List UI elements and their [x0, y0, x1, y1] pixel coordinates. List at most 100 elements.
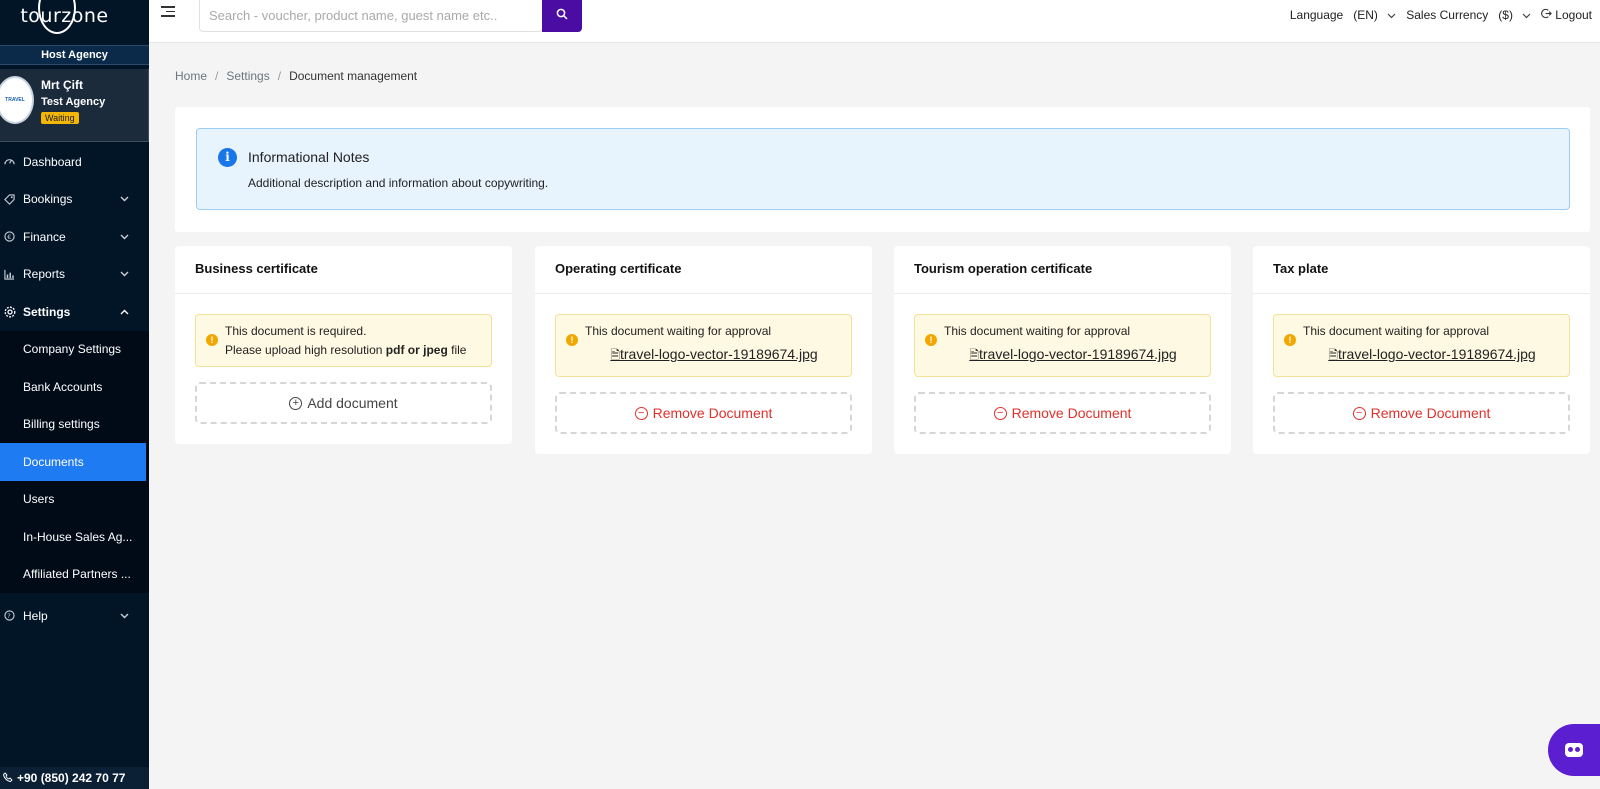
remove-document-button[interactable]: − Remove Document [1273, 392, 1570, 434]
button-label: Remove Document [1370, 405, 1491, 421]
sidebar-item-users[interactable]: Users [0, 481, 149, 519]
remove-document-button[interactable]: − Remove Document [555, 392, 852, 434]
sidebar-item-label: Bank Accounts [23, 379, 103, 394]
document-card-tax-plate: Tax plate ! This document waiting for ap… [1253, 246, 1590, 454]
breadcrumb-separator: / [277, 69, 282, 83]
language-value: (EN) [1353, 8, 1378, 22]
button-label: Add document [307, 395, 398, 411]
alert-hint-prefix: Please upload high resolution [225, 343, 386, 357]
currency-label: Sales Currency [1406, 8, 1489, 22]
alert-hint-suffix: file [447, 343, 467, 357]
chatbot-icon [1565, 743, 1583, 757]
profile-agency: Test Agency [41, 96, 106, 108]
add-document-button[interactable]: + Add document [195, 382, 492, 424]
breadcrumb-separator: / [215, 69, 219, 83]
sidebar-item-finance[interactable]: € Finance [0, 218, 149, 256]
breadcrumb-settings[interactable]: Settings [226, 69, 269, 83]
info-panel: i Informational Notes Additional descrip… [175, 107, 1590, 232]
profile-name: Mrt Çift [41, 78, 83, 92]
support-phone[interactable]: +90 (850) 242 70 77 [0, 767, 149, 789]
document-card-operating-certificate: Operating certificate ! This document wa… [535, 246, 872, 454]
chat-launcher-button[interactable] [1548, 724, 1600, 776]
card-title: Operating certificate [535, 246, 872, 294]
sidebar-item-dashboard[interactable]: Dashboard [0, 143, 149, 181]
phone-number: +90 (850) 242 70 77 [17, 771, 126, 785]
sidebar: tourzone Host Agency TRAVEL Mrt Çift Tes… [0, 0, 149, 789]
approval-pending-alert: ! This document waiting for approval 🗎tr… [914, 314, 1211, 377]
uploaded-file-link[interactable]: 🗎travel-logo-vector-19189674.jpg [585, 346, 843, 367]
avatar: TRAVEL [0, 76, 34, 124]
card-title: Tourism operation certificate [894, 246, 1231, 294]
sidebar-item-label: Finance [23, 229, 66, 244]
warning-icon: ! [206, 334, 218, 346]
menu-toggle-icon[interactable] [161, 6, 175, 18]
breadcrumb: Home / Settings / Document management [175, 69, 417, 83]
sidebar-item-company-settings[interactable]: Company Settings [0, 331, 149, 369]
chart-icon [3, 268, 16, 281]
remove-document-button[interactable]: − Remove Document [914, 392, 1211, 434]
profile-card[interactable]: TRAVEL Mrt Çift Test Agency Waiting [0, 69, 149, 142]
help-icon: ? [3, 609, 16, 622]
sidebar-item-settings[interactable]: Settings [0, 293, 149, 331]
language-selector[interactable]: (EN) [1353, 8, 1396, 22]
info-icon: i [218, 148, 237, 167]
sidebar-item-label: Documents [23, 454, 84, 469]
sidebar-item-label: Users [23, 492, 55, 507]
language-label: Language [1289, 8, 1344, 22]
uploaded-file-link[interactable]: 🗎travel-logo-vector-19189674.jpg [1303, 346, 1561, 367]
sidebar-item-label: Company Settings [23, 342, 122, 357]
breadcrumb-home[interactable]: Home [175, 69, 207, 83]
sidebar-item-bookings[interactable]: Bookings [0, 181, 149, 219]
alert-text: This document waiting for approval [1303, 324, 1490, 338]
file-icon: 🗎 [610, 348, 620, 362]
document-required-alert: ! This document is required. Please uplo… [195, 314, 492, 367]
alert-text: This document waiting for approval [944, 324, 1131, 338]
top-right-controls: Language (EN) Sales Currency ($) Logout [1290, 8, 1592, 22]
svg-text:?: ? [7, 612, 10, 620]
logout-button[interactable]: Logout [1541, 8, 1592, 22]
alert-hint-formats: pdf or jpeg [385, 343, 448, 357]
search-input[interactable] [200, 0, 530, 30]
sidebar-item-help[interactable]: ? Help [0, 597, 149, 635]
top-bar: Language (EN) Sales Currency ($) Logout [149, 0, 1600, 43]
sidebar-item-reports[interactable]: Reports [0, 256, 149, 294]
alert-text: This document is required. [225, 324, 367, 338]
file-name: travel-logo-vector-19189674.jpg [619, 346, 818, 362]
sidebar-item-billing-settings[interactable]: Billing settings [0, 406, 149, 444]
minus-circle-icon: − [634, 406, 648, 420]
gear-icon [3, 305, 16, 318]
sidebar-item-label: Reports [23, 267, 66, 282]
search-button[interactable] [542, 0, 582, 32]
host-agency-label: Host Agency [0, 45, 149, 65]
chevron-down-icon [120, 269, 129, 279]
warning-icon: ! [566, 334, 578, 346]
alert-text: This document waiting for approval [585, 324, 772, 338]
file-name: travel-logo-vector-19189674.jpg [1337, 346, 1536, 362]
sidebar-item-label: Affiliated Partners ... [23, 567, 131, 582]
sidebar-item-in-house-sales[interactable]: In-House Sales Ag... [0, 518, 149, 556]
sidebar-item-affiliated-partners[interactable]: Affiliated Partners ... [0, 556, 149, 594]
info-title: Informational Notes [248, 149, 370, 165]
button-label: Remove Document [652, 405, 773, 421]
minus-circle-icon: − [993, 406, 1007, 420]
card-title: Tax plate [1253, 246, 1590, 294]
sidebar-item-label: Billing settings [23, 417, 100, 432]
uploaded-file-link[interactable]: 🗎travel-logo-vector-19189674.jpg [944, 346, 1202, 367]
warning-icon: ! [1284, 334, 1296, 346]
currency-selector[interactable]: ($) [1498, 8, 1531, 22]
file-name: travel-logo-vector-19189674.jpg [978, 346, 1177, 362]
dashboard-icon [3, 155, 16, 168]
logo-text: tourzone [20, 4, 109, 27]
sidebar-item-bank-accounts[interactable]: Bank Accounts [0, 368, 149, 406]
sidebar-item-documents[interactable]: Documents [0, 443, 146, 481]
status-badge: Waiting [41, 112, 79, 124]
card-title: Business certificate [175, 246, 512, 294]
informational-notes: i Informational Notes Additional descrip… [196, 128, 1570, 210]
currency-value: ($) [1498, 8, 1513, 22]
settings-submenu: Company Settings Bank Accounts Billing s… [0, 330, 149, 594]
file-icon: 🗎 [1328, 348, 1338, 362]
avatar-text: TRAVEL [5, 97, 25, 103]
brand-logo[interactable]: tourzone [0, 0, 149, 43]
search-box [199, 0, 543, 32]
approval-pending-alert: ! This document waiting for approval 🗎tr… [555, 314, 852, 377]
